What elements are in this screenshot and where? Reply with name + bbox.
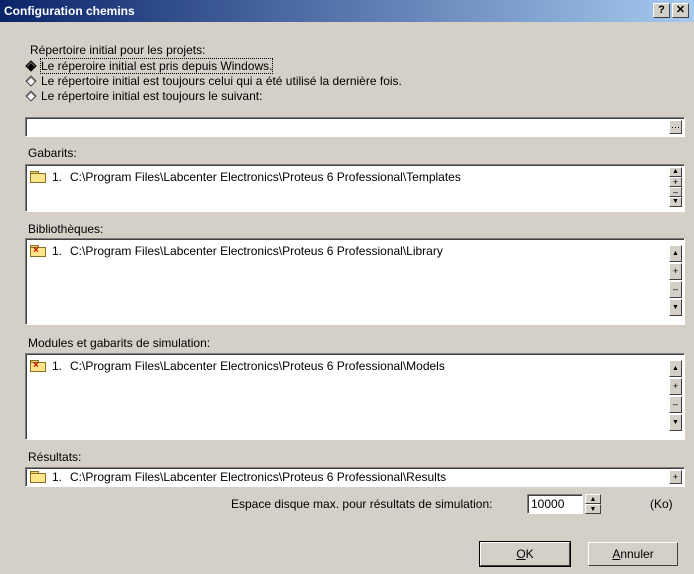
disk-space-value: 10000 <box>531 497 565 511</box>
move-up-button[interactable]: ▲ <box>669 360 682 377</box>
folder-error-icon: × <box>30 360 46 372</box>
folder-icon <box>30 171 46 183</box>
move-up-button[interactable]: ▲ <box>669 167 682 177</box>
remove-button[interactable]: – <box>669 281 682 298</box>
help-button[interactable]: ? <box>653 3 670 18</box>
models-list[interactable]: × 1. C:\Program Files\Labcenter Electron… <box>25 353 685 440</box>
initial-dir-path-field[interactable]: ⋯ <box>25 117 685 137</box>
item-index: 1. <box>52 170 63 184</box>
ok-label: K <box>525 547 534 561</box>
item-path: C:\Program Files\Labcenter Electronics\P… <box>70 359 445 373</box>
ellipsis-icon[interactable]: ⋯ <box>669 120 682 134</box>
list-item[interactable]: × 1. C:\Program Files\Labcenter Electron… <box>30 358 445 374</box>
radio-label: Le répertoire initial est toujours celui… <box>41 73 402 88</box>
item-path: C:\Program Files\Labcenter Electronics\P… <box>70 170 461 184</box>
list-item[interactable]: × 1. C:\Program Files\Labcenter Electron… <box>30 243 443 259</box>
radio-label: Le répertoire initial est toujours le su… <box>41 88 263 103</box>
folder-icon <box>30 471 46 483</box>
radio-option-windows[interactable]: Le réperoire initial est pris depuis Win… <box>25 57 274 74</box>
add-button[interactable]: + <box>669 177 682 187</box>
ok-mnemonic: O <box>516 547 526 561</box>
ok-button[interactable]: OK <box>479 541 571 567</box>
radio-unchecked-icon <box>25 74 37 87</box>
add-button[interactable]: + <box>669 263 682 280</box>
remove-button[interactable]: – <box>669 396 682 413</box>
item-index: 1. <box>52 470 63 484</box>
spin-up-icon[interactable]: ▲ <box>585 494 601 504</box>
list-item[interactable]: 1. C:\Program Files\Labcenter Electronic… <box>30 469 446 485</box>
item-path: C:\Program Files\Labcenter Electronics\P… <box>70 470 447 484</box>
spin-down-icon[interactable]: ▼ <box>585 504 601 514</box>
list-item[interactable]: 1. C:\Program Files\Labcenter Electronic… <box>30 169 461 185</box>
move-down-button[interactable]: ▼ <box>669 197 682 207</box>
libraries-list[interactable]: × 1. C:\Program Files\Labcenter Electron… <box>25 238 685 325</box>
remove-button[interactable]: – <box>669 187 682 197</box>
add-button[interactable]: + <box>669 378 682 395</box>
templates-list[interactable]: 1. C:\Program Files\Labcenter Electronic… <box>25 164 685 212</box>
add-button[interactable]: + <box>669 470 682 484</box>
disk-space-unit: (Ko) <box>650 497 673 511</box>
disk-space-spinner[interactable]: ▲ ▼ <box>585 494 601 514</box>
results-heading: Résultats: <box>28 450 82 464</box>
radio-unchecked-icon <box>25 89 37 102</box>
libraries-heading: Bibliothèques: <box>28 222 104 236</box>
item-index: 1. <box>52 244 63 258</box>
move-up-button[interactable]: ▲ <box>669 245 682 262</box>
radio-option-fixed[interactable]: Le répertoire initial est toujours le su… <box>25 88 262 103</box>
radio-label: Le réperoire initial est pris depuis Win… <box>39 57 274 74</box>
cancel-label: nnuler <box>620 547 654 561</box>
item-path: C:\Program Files\Labcenter Electronics\P… <box>70 244 443 258</box>
radio-checked-icon <box>25 59 37 72</box>
disk-space-input[interactable]: 10000 <box>527 494 583 514</box>
folder-error-icon: × <box>30 245 46 257</box>
window-title: Configuration chemins <box>4 4 135 18</box>
item-index: 1. <box>52 359 63 373</box>
models-heading: Modules et gabarits de simulation: <box>28 336 211 350</box>
initial-dir-heading: Répertoire initial pour les projets: <box>30 43 206 57</box>
radio-option-last-used[interactable]: Le répertoire initial est toujours celui… <box>25 73 402 88</box>
templates-heading: Gabarits: <box>28 146 77 160</box>
close-button[interactable]: ✕ <box>672 3 689 18</box>
disk-space-label: Espace disque max. pour résultats de sim… <box>231 497 493 511</box>
results-list[interactable]: 1. C:\Program Files\Labcenter Electronic… <box>25 467 685 487</box>
title-bar: Configuration chemins ? ✕ <box>0 0 694 22</box>
cancel-button[interactable]: Annuler <box>588 542 678 566</box>
move-down-button[interactable]: ▼ <box>669 414 682 431</box>
move-down-button[interactable]: ▼ <box>669 299 682 316</box>
